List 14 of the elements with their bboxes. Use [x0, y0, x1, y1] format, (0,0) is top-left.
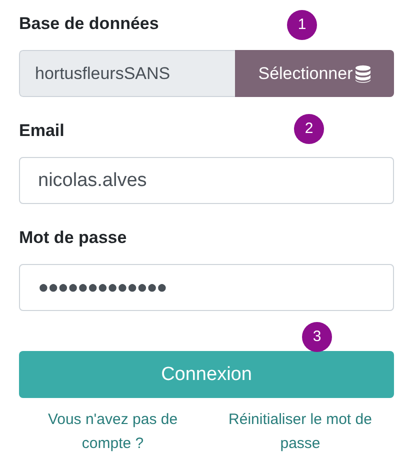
field-label: Mot de passe — [19, 227, 127, 249]
password-field[interactable]: ●●●●●●●●●●●●● — [19, 264, 394, 311]
database-icon — [354, 64, 371, 82]
field-label: Email — [19, 120, 64, 142]
field-label: Base de données — [19, 13, 159, 35]
login-button[interactable]: Connexion — [19, 351, 394, 398]
step-badge: 1 — [287, 10, 317, 40]
email-field[interactable]: nicolas.alves — [19, 157, 394, 204]
link[interactable]: Vous n'avez pas de compte ? — [42, 408, 183, 456]
database-field[interactable]: hortusfleursSANS — [19, 50, 235, 97]
step-badge: 2 — [294, 114, 324, 144]
step-badge: 3 — [302, 322, 332, 352]
link[interactable]: Réinitialiser le mot de passe — [220, 408, 380, 456]
select-button[interactable]: Sélectionner — [235, 50, 394, 97]
